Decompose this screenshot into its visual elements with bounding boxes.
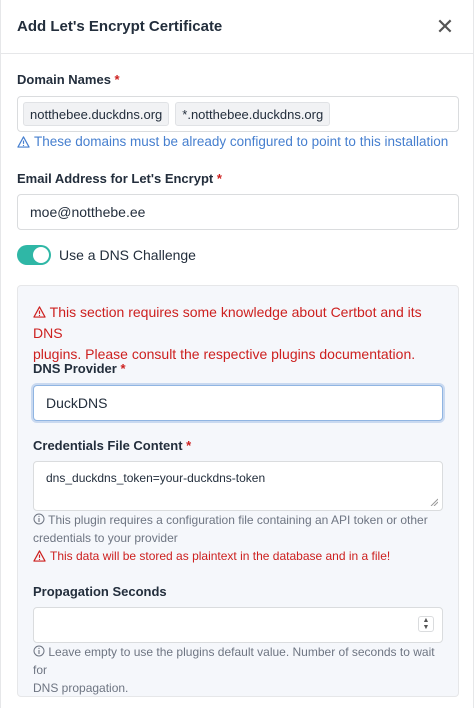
domain-hint: These domains must be already configured…	[17, 134, 448, 149]
certificate-modal: Add Let's Encrypt Certificate ✕ Domain N…	[0, 0, 474, 708]
credentials-info: This plugin requires a configuration fil…	[33, 513, 428, 545]
email-field[interactable]: moe@notthebe.ee	[17, 194, 459, 230]
propagation-info: Leave empty to use the plugins default v…	[33, 645, 435, 695]
close-icon[interactable]: ✕	[433, 14, 457, 39]
info-icon	[33, 645, 45, 657]
certbot-warning: This section requires some knowledge abo…	[33, 304, 422, 362]
plaintext-warning: This data will be stored as plaintext in…	[33, 549, 390, 563]
dns-provider-label: DNS Provider *	[33, 361, 126, 376]
domain-names-label: Domain Names *	[17, 72, 120, 87]
propagation-label: Propagation Seconds	[33, 584, 167, 599]
warning-icon	[33, 550, 46, 562]
domain-tag[interactable]: *.notthebee.duckdns.org	[175, 102, 331, 126]
propagation-input[interactable]: ▲ ▼	[33, 607, 443, 643]
resize-handle-icon[interactable]	[430, 498, 438, 506]
dns-challenge-toggle[interactable]	[17, 245, 51, 265]
warning-icon	[17, 135, 30, 148]
modal-header: Add Let's Encrypt Certificate ✕	[1, 0, 473, 54]
credentials-label: Credentials File Content *	[33, 438, 192, 453]
domain-tag[interactable]: notthebee.duckdns.org	[23, 102, 170, 126]
domain-names-input[interactable]: notthebee.duckdns.org *.notthebee.duckdn…	[17, 96, 459, 132]
dns-provider-select[interactable]: DuckDNS	[33, 385, 443, 421]
info-icon	[33, 513, 45, 525]
modal-title: Add Let's Encrypt Certificate	[17, 18, 223, 35]
dns-challenge-label: Use a DNS Challenge	[59, 247, 196, 263]
number-stepper-icon[interactable]: ▲ ▼	[418, 616, 434, 632]
email-label: Email Address for Let's Encrypt *	[17, 171, 222, 186]
credentials-text: dns_duckdns_token=your-duckdns-token	[46, 471, 266, 485]
credentials-textarea[interactable]: dns_duckdns_token=your-duckdns-token	[33, 461, 443, 511]
warning-icon	[33, 306, 46, 318]
